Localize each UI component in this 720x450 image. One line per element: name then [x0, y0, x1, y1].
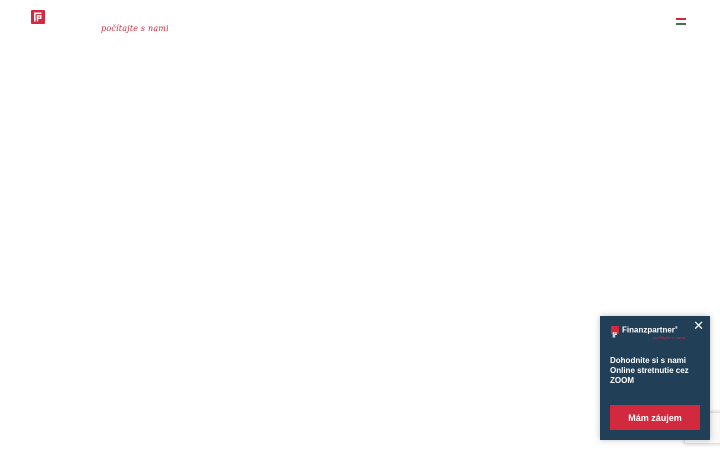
page: počítajte s nami ✕ Finanzpartner® počíta…: [0, 0, 720, 450]
close-icon[interactable]: ✕: [693, 320, 704, 334]
popup-message: Dohodnite si s nami Online stretnutie ce…: [610, 356, 704, 386]
popup-message-line: ZOOM: [610, 376, 634, 385]
tagline: počítajte s nami: [101, 24, 169, 33]
popup-brand-tagline: počítajte s nami: [653, 335, 686, 340]
zoom-meeting-popup: ✕ Finanzpartner® počítajte s nami Dohodn…: [600, 316, 710, 440]
interest-button[interactable]: Mám záujem: [610, 405, 700, 430]
finanzpartner-logo-icon[interactable]: [31, 10, 45, 24]
popup-brand-name: Finanzpartner®: [622, 325, 678, 335]
hungarian-flag-icon[interactable]: [676, 18, 686, 25]
popup-message-line: Dohodnite si s nami: [610, 356, 687, 365]
finanzpartner-logo-icon: [611, 326, 619, 338]
popup-message-line: Online stretnutie cez: [610, 366, 689, 375]
